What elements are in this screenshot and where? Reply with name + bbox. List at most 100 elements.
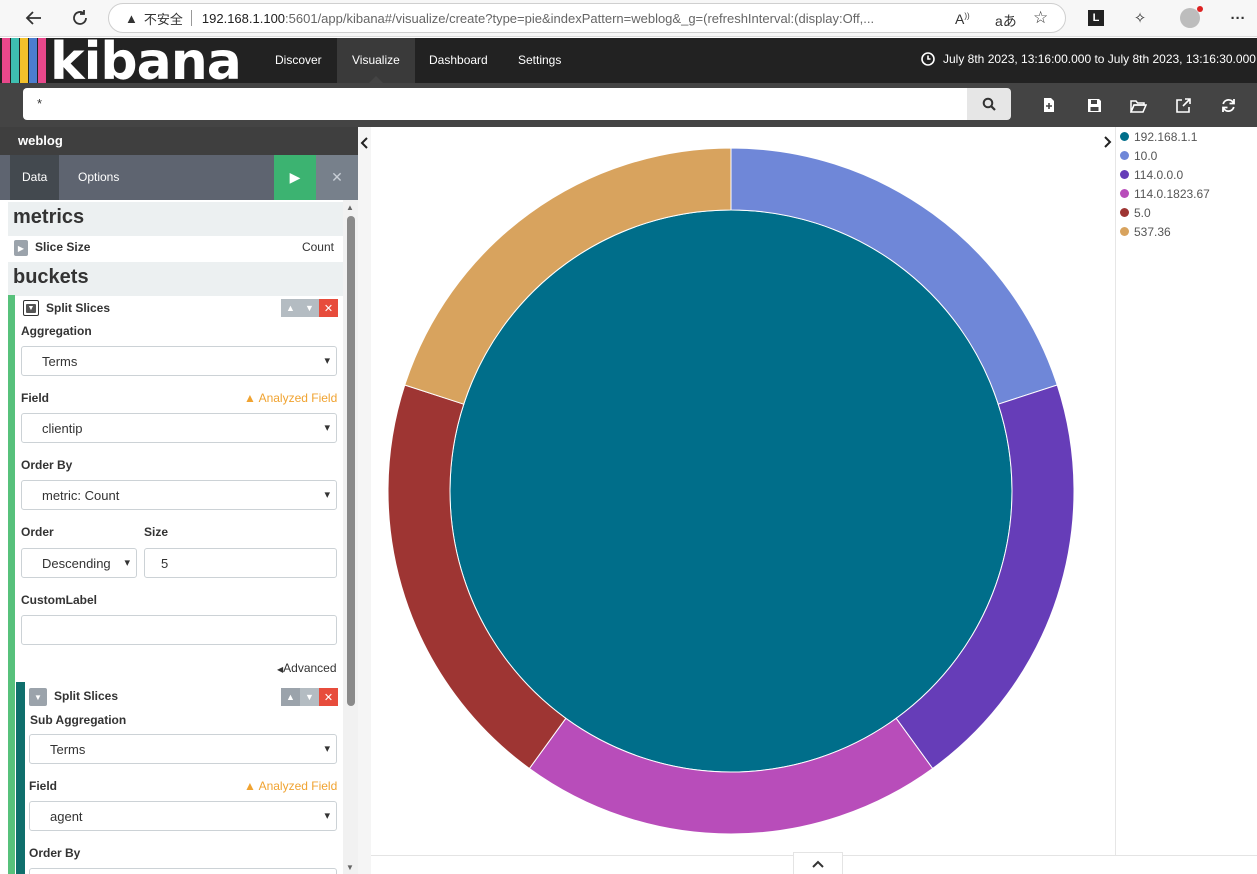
- extension-icon[interactable]: L: [1084, 6, 1108, 30]
- legend-label: 5.0: [1134, 205, 1151, 220]
- play-icon: ▶: [289, 169, 301, 185]
- tab-options[interactable]: Options: [66, 155, 131, 200]
- orderby-label: Order By: [21, 458, 73, 472]
- discard-button[interactable]: ✕: [316, 155, 358, 200]
- size-input[interactable]: 5: [144, 548, 337, 578]
- sub-aggregation-value: Terms: [50, 742, 86, 757]
- collapse-toggle[interactable]: ▼: [29, 688, 47, 706]
- scrollbar-thumb[interactable]: [347, 216, 355, 706]
- move-down-icon[interactable]: ▼: [300, 299, 319, 317]
- address-bar[interactable]: ▲ 不安全 192.168.1.100:5601/app/kibana#/vis…: [108, 3, 1066, 33]
- nav-visualize[interactable]: Visualize: [337, 38, 415, 83]
- search-input[interactable]: *: [23, 88, 967, 120]
- field-value: agent: [50, 809, 83, 824]
- back-button[interactable]: [22, 6, 46, 30]
- order-value: Descending: [42, 556, 111, 571]
- chart-area: [371, 127, 1115, 855]
- chevron-down-icon: ▾: [324, 355, 330, 367]
- profile-avatar[interactable]: [1178, 6, 1203, 30]
- legend-item[interactable]: 192.168.1.1: [1116, 127, 1257, 146]
- remove-icon[interactable]: ✕: [319, 299, 338, 317]
- extensions-puzzle-icon[interactable]: ✧: [1128, 6, 1152, 30]
- legend-label: 114.0.0.0: [1134, 167, 1184, 182]
- size-label: Size: [144, 525, 169, 539]
- pie-chart: [387, 147, 1075, 835]
- chevron-up-icon: [812, 860, 824, 868]
- bucket-color-bar: [8, 680, 15, 874]
- legend-label: 537.36: [1134, 224, 1171, 239]
- move-up-icon[interactable]: ▲: [281, 299, 300, 317]
- read-aloud-icon[interactable]: A)): [955, 11, 970, 27]
- legend-toggle[interactable]: [1100, 129, 1115, 155]
- refresh-icon[interactable]: [1218, 95, 1238, 115]
- scroll-down-icon[interactable]: ▼: [346, 863, 354, 872]
- open-folder-icon[interactable]: [1128, 95, 1148, 115]
- advanced-toggle[interactable]: ◀Advanced: [277, 661, 337, 675]
- metric-row[interactable]: ▶ Slice Size Count: [8, 236, 343, 262]
- field-select[interactable]: agent ▾: [29, 801, 337, 831]
- url-path: :5601/app/kibana#/visualize/create?type=…: [285, 10, 875, 26]
- nav-dashboard[interactable]: Dashboard: [414, 38, 503, 83]
- save-icon[interactable]: [1084, 95, 1104, 115]
- legend-swatch: [1120, 227, 1129, 236]
- share-icon[interactable]: [1173, 95, 1193, 115]
- browser-toolbar: ▲ 不安全 192.168.1.100:5601/app/kibana#/vis…: [0, 0, 1257, 37]
- move-up-icon[interactable]: ▲: [281, 688, 300, 706]
- customlabel-input[interactable]: [21, 615, 337, 645]
- analyzed-field-text: Analyzed Field: [258, 391, 338, 405]
- search-button[interactable]: [967, 88, 1011, 120]
- order-select[interactable]: Descending ▾: [21, 548, 137, 578]
- chevron-down-icon: ▼: [26, 303, 36, 313]
- spy-toggle-button[interactable]: [793, 852, 843, 874]
- field-label: Field: [21, 391, 50, 405]
- pie-slice[interactable]: [449, 209, 1013, 773]
- field-value: clientip: [42, 421, 83, 436]
- chevron-down-icon: ▾: [324, 743, 330, 755]
- legend-list: 192.168.1.1 10.0 114.0.0.0 114.0.1823.67 5.0…: [1116, 127, 1257, 241]
- url-text: 192.168.1.100:5601/app/kibana#/visualize…: [202, 11, 932, 26]
- chevron-down-icon: ▾: [324, 422, 330, 434]
- sub-aggregation-label: Sub Aggregation: [30, 713, 127, 727]
- legend-item[interactable]: 5.0: [1116, 203, 1257, 222]
- legend-item[interactable]: 10.0: [1116, 146, 1257, 165]
- nav-settings[interactable]: Settings: [503, 38, 576, 83]
- time-picker[interactable]: July 8th 2023, 13:16:00.000 to July 8th …: [921, 52, 1256, 66]
- field-select[interactable]: clientip ▾: [21, 413, 337, 443]
- legend-item[interactable]: 537.36: [1116, 222, 1257, 241]
- reload-button[interactable]: [68, 6, 92, 30]
- kibana-logo[interactable]: kibana: [0, 38, 260, 83]
- more-menu-icon[interactable]: ···: [1226, 6, 1250, 30]
- tab-data[interactable]: Data: [10, 155, 60, 200]
- expand-icon[interactable]: ▶: [14, 240, 28, 256]
- clock-icon: [921, 52, 935, 66]
- orderby-label: Order By: [29, 846, 81, 860]
- orderby-select[interactable]: metric: Count ▾: [21, 480, 337, 510]
- new-visualization-icon[interactable]: [1039, 95, 1059, 115]
- aggregation-label: Aggregation: [21, 324, 92, 338]
- collapse-toggle[interactable]: ▼: [23, 300, 39, 316]
- move-down-icon[interactable]: ▼: [300, 688, 319, 706]
- translate-icon[interactable]: aあ: [995, 11, 1017, 31]
- order-label: Order: [21, 525, 54, 539]
- apply-button[interactable]: ▶: [274, 155, 316, 200]
- sub-aggregation-select[interactable]: Terms ▾: [29, 734, 337, 764]
- remove-icon[interactable]: ✕: [319, 688, 338, 706]
- logo-text: kibana: [50, 38, 242, 83]
- logo-stripe: [11, 38, 19, 83]
- legend-swatch: [1120, 132, 1129, 141]
- legend-label: 114.0.1823.67: [1134, 186, 1210, 201]
- kibana-navbar: kibana Discover Visualize Dashboard Sett…: [0, 38, 1257, 83]
- nav-discover[interactable]: Discover: [260, 38, 337, 83]
- legend-item[interactable]: 114.0.1823.67: [1116, 184, 1257, 203]
- index-pattern-title: weblog: [0, 127, 358, 155]
- orderby-select[interactable]: [29, 868, 337, 874]
- advanced-label: Advanced: [283, 661, 337, 675]
- chevron-left-icon: [360, 137, 368, 149]
- legend-item[interactable]: 114.0.0.0: [1116, 165, 1257, 184]
- slice-size-value: Count: [301, 240, 334, 254]
- sidebar-collapse-bar[interactable]: [358, 127, 371, 874]
- scroll-up-icon[interactable]: ▲: [346, 203, 354, 212]
- favorite-star-icon[interactable]: ☆: [1033, 8, 1048, 28]
- security-label: 不安全: [143, 11, 183, 27]
- aggregation-select[interactable]: Terms ▾: [21, 346, 337, 376]
